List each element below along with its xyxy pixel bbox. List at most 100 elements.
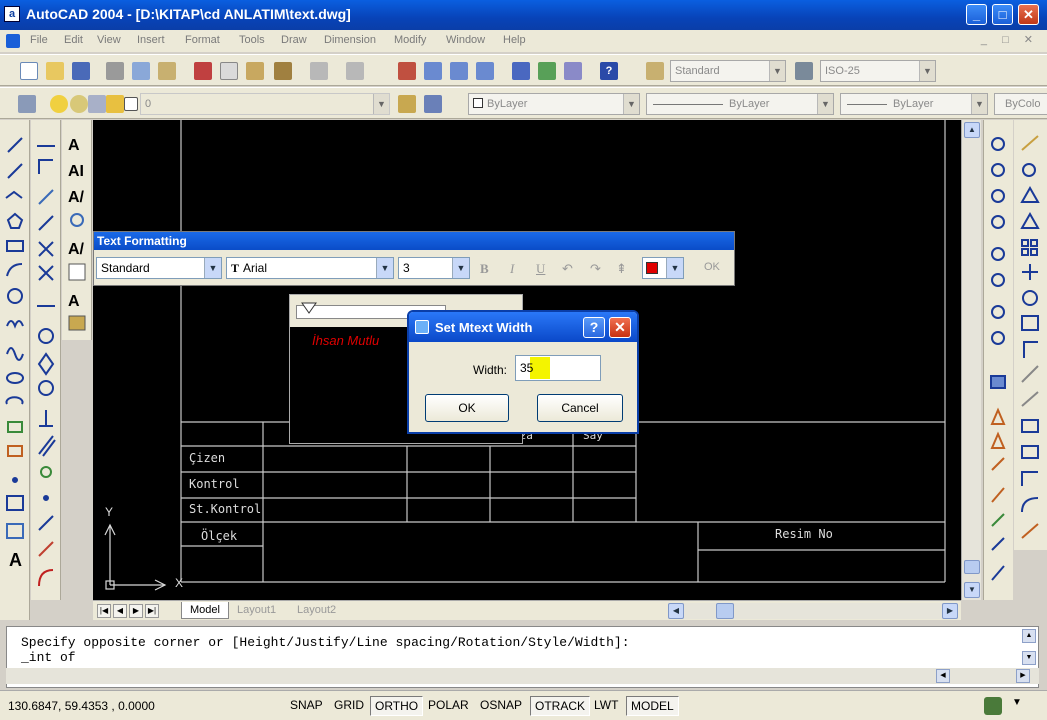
scroll-right-arrow-icon[interactable]: ▶	[942, 603, 958, 619]
menu-tools[interactable]: Tools	[239, 34, 265, 46]
first-tab-icon[interactable]: |◀	[97, 604, 111, 618]
document-icon[interactable]	[6, 34, 20, 48]
dialog-ok-button[interactable]: OK	[425, 394, 509, 422]
lwt-toggle[interactable]: LWT	[590, 696, 622, 716]
ortho-toggle[interactable]: ORTHO	[370, 696, 424, 716]
tab-layout2[interactable]: Layout2	[289, 602, 344, 619]
redo-icon[interactable]	[346, 62, 364, 80]
help-icon[interactable]: ?	[600, 62, 618, 80]
coordinate-display[interactable]: 130.6847, 59.4353 , 0.0000	[8, 699, 155, 713]
copy-icon[interactable]	[220, 62, 238, 80]
undo-icon[interactable]	[310, 62, 328, 80]
text-height-dropdown[interactable]: 3 ▼	[398, 257, 470, 279]
scroll-down-arrow-icon[interactable]: ▼	[964, 582, 980, 598]
prev-tab-icon[interactable]: ◀	[113, 604, 127, 618]
italic-button[interactable]: I	[510, 261, 514, 277]
menu-modify[interactable]: Modify	[394, 34, 426, 46]
dialog-help-button[interactable]: ?	[583, 317, 605, 338]
layer-combo[interactable]: 0 ▼	[140, 93, 390, 115]
autocad-app-icon[interactable]: a	[4, 6, 20, 22]
linetype-combo[interactable]: ByLayer ▼	[646, 93, 834, 115]
zoom-realtime-icon[interactable]	[424, 62, 442, 80]
command-scroll-left-icon[interactable]: ◀	[936, 669, 950, 683]
snap-toggle[interactable]: SNAP	[286, 696, 327, 716]
menu-insert[interactable]: Insert	[137, 34, 165, 46]
command-scroll-down-icon[interactable]: ▼	[1022, 651, 1036, 665]
layer-vp-freeze-icon[interactable]	[88, 95, 106, 113]
underline-button[interactable]: U	[536, 261, 545, 277]
publish-icon[interactable]	[158, 62, 176, 80]
document-window-controls[interactable]: _ □ ✕	[981, 33, 1039, 46]
vertical-scroll-thumb[interactable]	[964, 560, 980, 574]
dim-style-icon[interactable]	[795, 62, 813, 80]
layer-manager-icon[interactable]	[18, 95, 36, 113]
drawing-vertical-scrollbar[interactable]: ▲ ▼	[961, 120, 981, 600]
lineweight-combo[interactable]: ByLayer ▼	[840, 93, 988, 115]
properties-icon[interactable]	[512, 62, 530, 80]
close-button[interactable]: ✕	[1018, 4, 1039, 25]
text-style-dropdown[interactable]: Standard ▼	[96, 257, 222, 279]
stack-icon[interactable]: ⇞	[616, 261, 627, 277]
model-toggle[interactable]: MODEL	[626, 696, 679, 716]
menu-draw[interactable]: Draw	[281, 34, 307, 46]
text-color-dropdown[interactable]: ▼	[642, 257, 684, 279]
polar-toggle[interactable]: POLAR	[424, 696, 473, 716]
scroll-up-arrow-icon[interactable]: ▲	[964, 122, 980, 138]
save-icon[interactable]	[72, 62, 90, 80]
menu-help[interactable]: Help	[503, 34, 526, 46]
command-scroll-right-icon[interactable]: ▶	[1016, 669, 1030, 683]
dialog-close-button[interactable]: ✕	[609, 317, 631, 338]
layer-previous-icon[interactable]	[424, 95, 442, 113]
new-icon[interactable]	[20, 62, 38, 80]
text-style-icon[interactable]	[646, 62, 664, 80]
plot-preview-icon[interactable]	[132, 62, 150, 80]
ok-button-disabled[interactable]: OK	[704, 261, 720, 273]
width-input[interactable]: 35	[515, 355, 601, 381]
maximize-button[interactable]: □	[992, 4, 1013, 25]
design-center-icon[interactable]	[538, 62, 556, 80]
drawing-horizontal-scrollbar[interactable]: ◀ ▶	[668, 603, 958, 619]
tool-palettes-icon[interactable]	[564, 62, 582, 80]
dim-style-combo[interactable]: ISO-25 ▼	[820, 60, 936, 82]
zoom-window-icon[interactable]	[450, 62, 468, 80]
layer-freeze-icon[interactable]	[70, 95, 88, 113]
layer-lock-icon[interactable]	[106, 95, 124, 113]
text-style-combo[interactable]: Standard ▼	[670, 60, 786, 82]
menu-file[interactable]: File	[30, 34, 48, 46]
osnap-toggle[interactable]: OSNAP	[476, 696, 526, 716]
grid-toggle[interactable]: GRID	[330, 696, 368, 716]
minimize-button[interactable]: _	[966, 4, 987, 25]
layer-on-icon[interactable]	[50, 95, 68, 113]
communication-center-icon[interactable]	[984, 697, 1002, 715]
menu-edit[interactable]: Edit	[64, 34, 83, 46]
menu-format[interactable]: Format	[185, 34, 220, 46]
menu-view[interactable]: View	[97, 34, 121, 46]
undo-text-icon[interactable]: ↶	[562, 261, 573, 277]
last-tab-icon[interactable]: ▶|	[145, 604, 159, 618]
pan-icon[interactable]	[398, 62, 416, 80]
dialog-cancel-button[interactable]: Cancel	[537, 394, 623, 422]
open-icon[interactable]	[46, 62, 64, 80]
font-dropdown[interactable]: T Arial ▼	[226, 257, 394, 279]
command-horizontal-scrollbar[interactable]: ◀ ▶	[6, 668, 1039, 684]
indent-marker-icon[interactable]	[300, 301, 330, 317]
command-scroll-up-icon[interactable]: ▲	[1022, 629, 1036, 643]
mtext-sample-text[interactable]: İhsan Mutlu	[312, 333, 379, 348]
plotstyle-combo[interactable]: ByColo	[994, 93, 1047, 115]
dialog-title-bar[interactable]: Set Mtext Width ? ✕	[409, 312, 637, 342]
zoom-previous-icon[interactable]	[476, 62, 494, 80]
make-object-layer-current-icon[interactable]	[398, 95, 416, 113]
otrack-toggle[interactable]: OTRACK	[530, 696, 591, 716]
bold-button[interactable]: B	[480, 261, 489, 277]
next-tab-icon[interactable]: ▶	[129, 604, 143, 618]
cut-icon[interactable]	[194, 62, 212, 80]
match-properties-icon[interactable]	[274, 62, 292, 80]
tab-layout1[interactable]: Layout1	[229, 602, 284, 619]
tab-model[interactable]: Model	[181, 602, 229, 619]
paste-icon[interactable]	[246, 62, 264, 80]
text-formatting-title[interactable]: Text Formatting	[94, 232, 734, 250]
plot-icon[interactable]	[106, 62, 124, 80]
menu-window[interactable]: Window	[446, 34, 485, 46]
menu-dimension[interactable]: Dimension	[324, 34, 376, 46]
horizontal-scroll-thumb[interactable]	[716, 603, 734, 619]
